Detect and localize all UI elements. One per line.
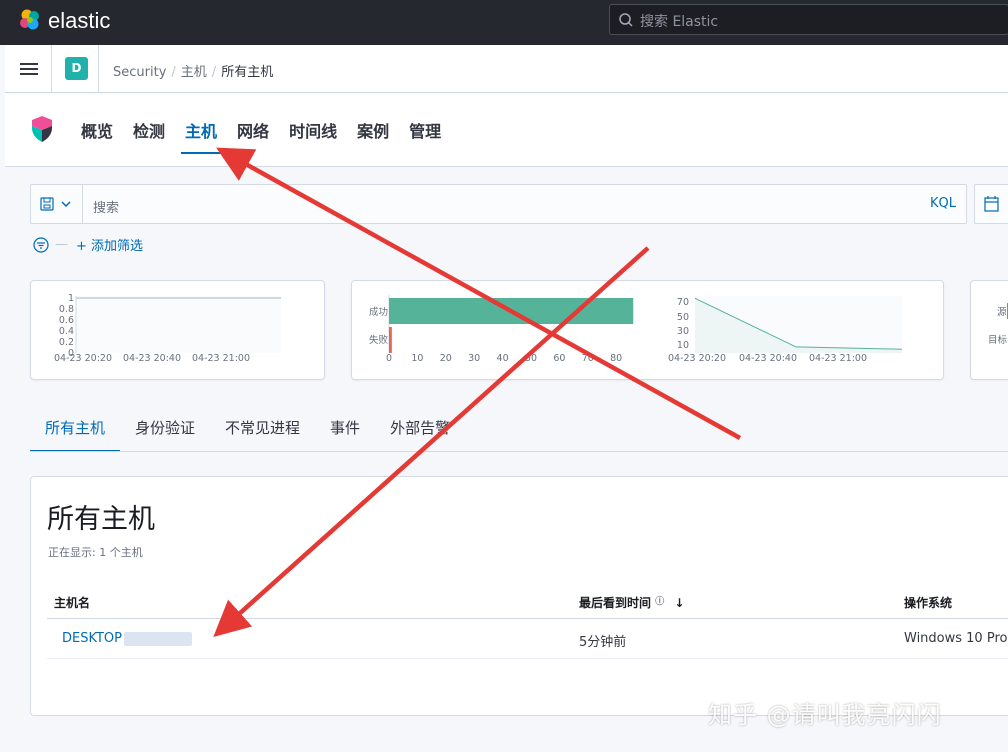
y-tick: 0.4 [59,326,74,337]
y-tick: 0.6 [59,315,74,326]
os-cell: Windows 10 Pro [904,631,1008,646]
authentication-kpi-panel: 成功 失败 0 10 20 30 40 50 60 70 80 70 50 30 10 04-2… [351,280,944,380]
column-header-os[interactable]: 操作系统 [904,594,952,611]
y-tick: 10 [677,340,689,351]
divider [47,618,1008,619]
query-bar: 搜索 KQL [30,184,967,224]
elastic-logo-icon[interactable] [18,8,42,32]
security-nav: 概览 检测 主机 网络 时间线 案例 管理 [5,94,1008,167]
x-tick: 20 [440,353,452,364]
menu-toggle-button[interactable] [5,45,52,93]
nav-tab-timelines[interactable]: 时间线 [289,118,337,154]
x-tick: 60 [553,353,565,364]
y-tick: 70 [677,297,689,308]
divider [98,45,99,93]
chart-label: 源 [997,307,1007,318]
watermark: 知乎 @请叫我亮闪闪 [708,701,942,729]
column-header-host-name[interactable]: 主机名 [54,594,90,611]
sort-descending-icon: ↓ [674,596,685,610]
auth-bar-chart: 成功 失败 0 10 20 30 40 50 60 70 80 [369,295,634,364]
x-tick: 30 [468,353,480,364]
x-tick: 40 [497,353,509,364]
x-tick: 10 [411,353,423,364]
nav-tab-overview[interactable]: 概览 [81,118,113,154]
last-seen-cell: 5分钟前 [579,635,627,650]
hosts-count: 正在显示: 1 个主机 [48,546,143,559]
divider [30,451,1008,452]
panel-title: 所有主机 [47,504,155,535]
query-input[interactable]: 搜索 [93,197,119,216]
x-tick: 04-23 20:20 [54,353,112,364]
table-row: DESKTOP [62,631,193,646]
redacted-mask [124,631,193,646]
column-header-label: 最后看到时间 [579,596,652,610]
ips-chart: 源 目标 [988,303,1008,346]
save-icon [40,197,71,211]
tab-events[interactable]: 事件 [315,407,375,452]
filter-row: — + 添加筛选 [33,235,143,254]
auth-area-chart: 70 50 30 10 04-23 20:20 04-23 20:40 04-2… [668,296,903,364]
breadcrumb-hosts[interactable]: 主机 [181,65,207,80]
ips-kpi-panel: 源 目标 [970,280,1008,380]
filter-options-icon[interactable] [33,236,49,253]
space-avatar[interactable]: D [65,57,88,80]
hosts-kpi-panel: 1 0.8 0.6 0.4 0.2 0 04-23 20:20 04-23 20… [30,280,325,380]
chart-label: 目标 [988,334,1008,346]
bar-category-label: 成功 [369,306,388,318]
security-app-icon [32,116,52,142]
breadcrumb-security[interactable]: Security [113,65,166,80]
tab-all-hosts[interactable]: 所有主机 [30,407,121,452]
y-tick: 50 [677,312,689,323]
y-tick: 1 [68,293,74,304]
x-tick: 04-23 20:40 [739,353,797,364]
hosts-sub-tabs: 所有主机 身份验证 不常见进程 事件 外部告警 [30,407,465,452]
tab-authentications[interactable]: 身份验证 [120,407,210,452]
nav-tab-cases[interactable]: 案例 [357,118,389,154]
hamburger-icon [20,73,38,75]
global-search-input[interactable]: 搜索 Elastic [609,4,1008,35]
divider [47,658,1008,659]
x-tick: 0 [386,353,392,364]
column-header-last-seen[interactable]: 最后看到时间 ⓘ ↓ [579,594,684,611]
nav-tab-management[interactable]: 管理 [409,118,441,154]
global-search-placeholder: 搜索 Elastic [640,14,719,30]
calendar-icon [984,196,999,212]
tab-external-alerts[interactable]: 外部告警 [375,407,465,452]
nav-tab-detections[interactable]: 检测 [133,118,165,154]
bar-category-label: 失败 [369,334,389,346]
breadcrumb-all-hosts: 所有主机 [221,65,274,80]
date-picker-button[interactable] [974,184,1008,224]
bar[interactable] [389,327,392,353]
x-tick: 04-23 20:20 [668,353,726,364]
breadcrumb-bar: D Security / 主机 / 所有主机 [5,45,1008,93]
hamburger-icon [20,68,38,70]
breadcrumb: Security / 主机 / 所有主机 [113,65,274,80]
y-tick: 0.2 [59,337,74,348]
x-tick: 04-23 21:00 [192,353,250,364]
brand-name[interactable]: elastic [48,8,110,34]
authentication-charts: 成功 失败 0 10 20 30 40 50 60 70 80 70 50 30 10 04-2… [369,295,903,364]
nav-tab-hosts[interactable]: 主机 [181,118,222,154]
host-name-link[interactable]: DESKTOP [62,631,122,646]
saved-query-button[interactable] [31,185,83,223]
info-icon: ⓘ [655,597,665,607]
add-filter-button[interactable]: + 添加筛选 [76,235,143,254]
hosts-timeline-chart: 1 0.8 0.6 0.4 0.2 0 04-23 20:20 04-23 20… [54,293,281,364]
top-header: elastic 搜索 Elastic [0,0,1008,45]
x-tick: 04-23 20:40 [123,353,181,364]
x-tick: 70 [582,353,594,364]
bar[interactable] [389,298,634,324]
hamburger-icon [20,63,38,65]
x-tick: 04-23 21:00 [809,353,867,364]
x-tick: 80 [610,353,622,364]
x-tick: 50 [525,353,537,364]
y-tick: 0.8 [59,304,74,315]
nav-tab-network[interactable]: 网络 [237,118,269,154]
all-hosts-panel: 所有主机 正在显示: 1 个主机 主机名 最后看到时间 ⓘ ↓ 操作系统 DES… [30,476,1008,716]
tab-uncommon-processes[interactable]: 不常见进程 [210,407,315,452]
divider: — [55,237,68,252]
search-icon [619,13,633,27]
kql-language-button[interactable]: KQL [930,196,956,211]
y-tick: 30 [677,326,689,337]
